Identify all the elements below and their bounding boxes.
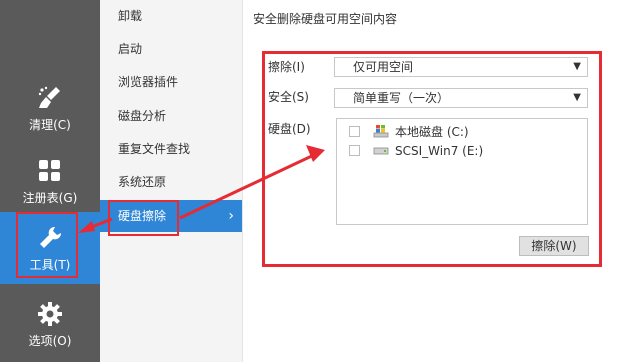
nav-label: 清理(C) [29, 118, 71, 132]
nav-item-options[interactable]: 选项(O) [0, 288, 100, 360]
erase-label: 擦除(I) [268, 60, 305, 74]
nav-item-cleaner[interactable]: 清理(C) [0, 72, 100, 144]
drive-icon [373, 143, 389, 157]
list-item-browser-plugins[interactable]: 浏览器插件 [100, 66, 242, 98]
grid-icon [36, 157, 64, 185]
drive-name: SCSI_Win7 (E:) [395, 144, 484, 158]
annotation-box-tools [16, 212, 78, 278]
nav-label: 注册表(G) [22, 191, 78, 205]
security-select[interactable]: 简单重写（一次） ▼ [334, 88, 588, 108]
drive-name: 本地磁盘 (C:) [395, 125, 469, 139]
tools-list: 卸载 启动 浏览器插件 磁盘分析 重复文件查找 系统还原 硬盘擦除 › [100, 0, 243, 362]
drive-checkbox-c[interactable] [349, 126, 360, 137]
list-item-duplicate-finder[interactable]: 重复文件查找 [100, 133, 242, 165]
drives-label: 硬盘(D) [268, 122, 311, 136]
security-select-value: 简单重写（一次） [353, 91, 450, 105]
chevron-right-icon: › [228, 208, 234, 224]
nav-label: 选项(O) [28, 334, 72, 348]
list-item-disk-analysis[interactable]: 磁盘分析 [100, 100, 242, 132]
drive-list[interactable]: 本地磁盘 (C:) SCSI_Win7 (E:) [336, 118, 588, 225]
erase-select-value: 仅可用空间 [353, 60, 414, 74]
drive-checkbox-e[interactable] [349, 145, 360, 156]
page-title: 安全删除硬盘可用空间内容 [253, 12, 398, 26]
erase-select[interactable]: 仅可用空间 ▼ [334, 57, 588, 77]
windows-drive-icon [373, 124, 389, 138]
broom-icon [36, 84, 64, 112]
wipe-button[interactable]: 擦除(W) [519, 236, 589, 256]
drive-row-c[interactable]: 本地磁盘 (C:) [349, 123, 579, 141]
annotation-box-drive-wiper [108, 200, 179, 236]
list-item-startup[interactable]: 启动 [100, 33, 242, 65]
drive-row-e[interactable]: SCSI_Win7 (E:) [349, 142, 579, 160]
chevron-down-icon: ▼ [573, 61, 581, 72]
chevron-down-icon: ▼ [573, 92, 581, 103]
security-label: 安全(S) [268, 90, 309, 104]
nav-item-registry[interactable]: 注册表(G) [0, 145, 100, 217]
list-item-uninstall[interactable]: 卸载 [100, 0, 242, 32]
list-item-system-restore[interactable]: 系统还原 [100, 166, 242, 198]
left-nav: 清理(C) 注册表(G) 工具(T) 选项(O) [0, 0, 100, 362]
gear-icon [36, 300, 64, 328]
